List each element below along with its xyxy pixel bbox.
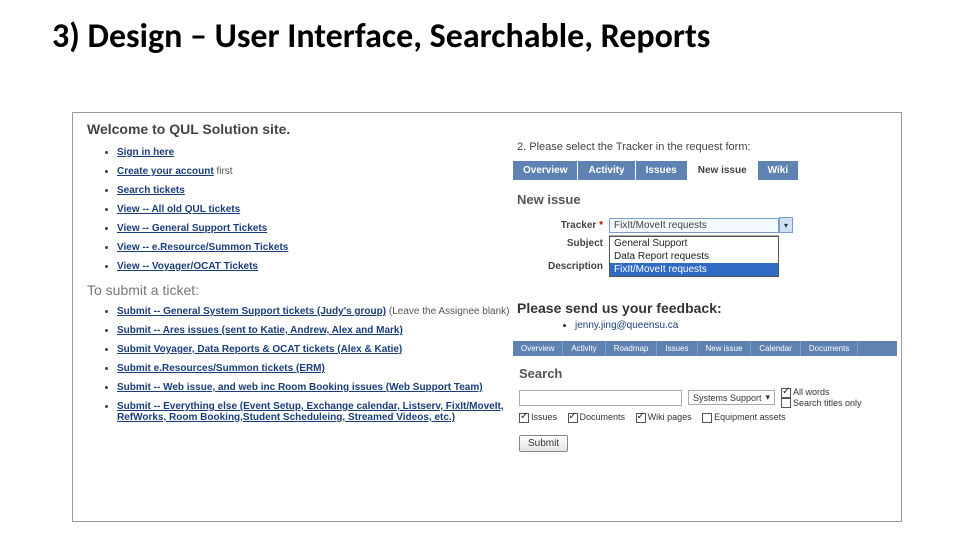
submit-item: Submit -- Ares issues (sent to Katie, An… [117, 325, 513, 336]
nav-link[interactable]: View -- All old QUL tickets [117, 204, 240, 215]
tracker-tabbar: Overview Activity Issues New issue Wiki [513, 161, 897, 180]
tab-issues[interactable]: Issues [636, 161, 688, 180]
equipment-checkbox[interactable] [702, 413, 712, 423]
submit-item: Submit Voyager, Data Reports & OCAT tick… [117, 344, 513, 355]
submit-link[interactable]: Submit e.Resources/Summon tickets (ERM) [117, 363, 325, 374]
search-options-right: All words Search titles only [781, 387, 891, 408]
all-words-label: All words [793, 387, 830, 397]
equipment-label: Equipment assets [714, 412, 786, 422]
titles-only-checkbox[interactable] [781, 398, 791, 408]
wiki-checkbox[interactable] [636, 413, 646, 423]
tracker-selected[interactable]: FixIt/MoveIt requests [609, 218, 779, 233]
tab2-new-issue[interactable]: New issue [698, 341, 752, 356]
search-submit-button[interactable]: Submit [519, 435, 568, 452]
left-column: Welcome to QUL Solution site. Sign in he… [83, 117, 513, 431]
submit-item: Submit -- Everything else (Event Setup, … [117, 401, 513, 423]
nav-link[interactable]: Create your account [117, 166, 214, 177]
nav-item: Sign in here [117, 147, 513, 158]
submit-link[interactable]: Submit -- Ares issues (sent to Katie, An… [117, 325, 403, 336]
screenshot-panel: Welcome to QUL Solution site. Sign in he… [72, 112, 902, 522]
nav-link[interactable]: View -- e.Resource/Summon Tickets [117, 242, 288, 253]
required-asterisk: * [599, 220, 603, 231]
submit-link-list: Submit -- General System Support tickets… [117, 306, 513, 423]
documents-label: Documents [580, 412, 626, 422]
submit-item: Submit -- General System Support tickets… [117, 306, 513, 317]
submit-item: Submit -- Web issue, and web inc Room Bo… [117, 382, 513, 393]
search-scope-select[interactable]: Systems Support ▾ [688, 390, 775, 405]
tracker-option-highlighted[interactable]: FixIt/MoveIt requests [610, 263, 778, 276]
subject-label: Subject [513, 238, 609, 249]
nav-link-list: Sign in here Create your account first S… [117, 147, 513, 272]
tab2-documents[interactable]: Documents [801, 341, 858, 356]
tracker-row: Tracker * FixIt/MoveIt requests General … [513, 217, 897, 233]
tab2-issues[interactable]: Issues [657, 341, 697, 356]
issues-checkbox[interactable] [519, 413, 529, 423]
tab2-roadmap[interactable]: Roadmap [606, 341, 658, 356]
nav-item: Create your account first [117, 166, 513, 177]
nav-item: Search tickets [117, 185, 513, 196]
tracker-option[interactable]: General Support [610, 237, 778, 250]
nav-link[interactable]: View -- General Support Tickets [117, 223, 267, 234]
search-type-row: Issues Documents Wiki pages Equipment as… [519, 412, 891, 423]
tab2-overview[interactable]: Overview [513, 341, 563, 356]
wiki-label: Wiki pages [648, 412, 692, 422]
tab-activity[interactable]: Activity [578, 161, 635, 180]
nav-link[interactable]: Search tickets [117, 185, 185, 196]
titles-only-label: Search titles only [793, 398, 862, 408]
tracker-options: General Support Data Report requests Fix… [609, 236, 779, 277]
submit-link[interactable]: Submit -- Web issue, and web inc Room Bo… [117, 382, 483, 393]
feedback-email-link[interactable]: jenny.jing@queensu.ca [575, 320, 678, 331]
slide-title: 3) Design – User Interface, Searchable, … [0, 0, 960, 55]
tracker-selected-text: FixIt/MoveIt requests [614, 220, 707, 231]
tracker-option[interactable]: Data Report requests [610, 250, 778, 263]
description-label: Description [513, 261, 609, 272]
feedback-list: jenny.jing@queensu.ca [535, 320, 897, 331]
nav-link[interactable]: View -- Voyager/OCAT Tickets [117, 261, 258, 272]
step-2-label: 2. Please select the Tracker in the requ… [517, 141, 897, 153]
search-row: Systems Support ▾ All words Search title… [519, 387, 891, 408]
tracker-label: Tracker * [513, 220, 609, 231]
tab-wiki[interactable]: Wiki [758, 161, 799, 180]
submit-link[interactable]: Submit Voyager, Data Reports & OCAT tick… [117, 344, 402, 355]
tracker-dropdown[interactable]: FixIt/MoveIt requests General Support Da… [609, 218, 779, 233]
nav-item: View -- General Support Tickets [117, 223, 513, 234]
all-words-checkbox[interactable] [781, 388, 791, 398]
documents-checkbox[interactable] [568, 413, 578, 423]
welcome-heading: Welcome to QUL Solution site. [87, 121, 513, 137]
submit-link[interactable]: Submit -- General System Support tickets… [117, 306, 386, 317]
tab2-calendar[interactable]: Calendar [751, 341, 800, 356]
nav-item: View -- All old QUL tickets [117, 204, 513, 215]
tab-new-issue[interactable]: New issue [688, 161, 758, 180]
chevron-down-icon: ▾ [765, 392, 770, 403]
nav-tail: first [214, 166, 233, 177]
submit-item: Submit e.Resources/Summon tickets (ERM) [117, 363, 513, 374]
nav-item: View -- Voyager/OCAT Tickets [117, 261, 513, 272]
right-column: 2. Please select the Tracker in the requ… [513, 119, 897, 452]
submit-link[interactable]: Submit -- Everything else (Event Setup, … [117, 401, 504, 423]
submit-tail: (Leave the Assignee blank) [386, 306, 509, 317]
dropdown-arrow-icon[interactable]: ▾ [779, 217, 793, 233]
issues-label: Issues [531, 412, 557, 422]
tab2-activity[interactable]: Activity [563, 341, 605, 356]
search-tabbar: Overview Activity Roadmap Issues New iss… [513, 341, 897, 356]
feedback-item: jenny.jing@queensu.ca [575, 320, 897, 331]
search-heading: Search [519, 366, 897, 381]
submit-heading: To submit a ticket: [87, 282, 513, 298]
feedback-heading: Please send us your feedback: [517, 300, 897, 316]
search-input[interactable] [519, 390, 682, 406]
new-issue-title: New issue [517, 192, 897, 207]
tab-overview[interactable]: Overview [513, 161, 578, 180]
nav-link[interactable]: Sign in here [117, 147, 174, 158]
nav-item: View -- e.Resource/Summon Tickets [117, 242, 513, 253]
